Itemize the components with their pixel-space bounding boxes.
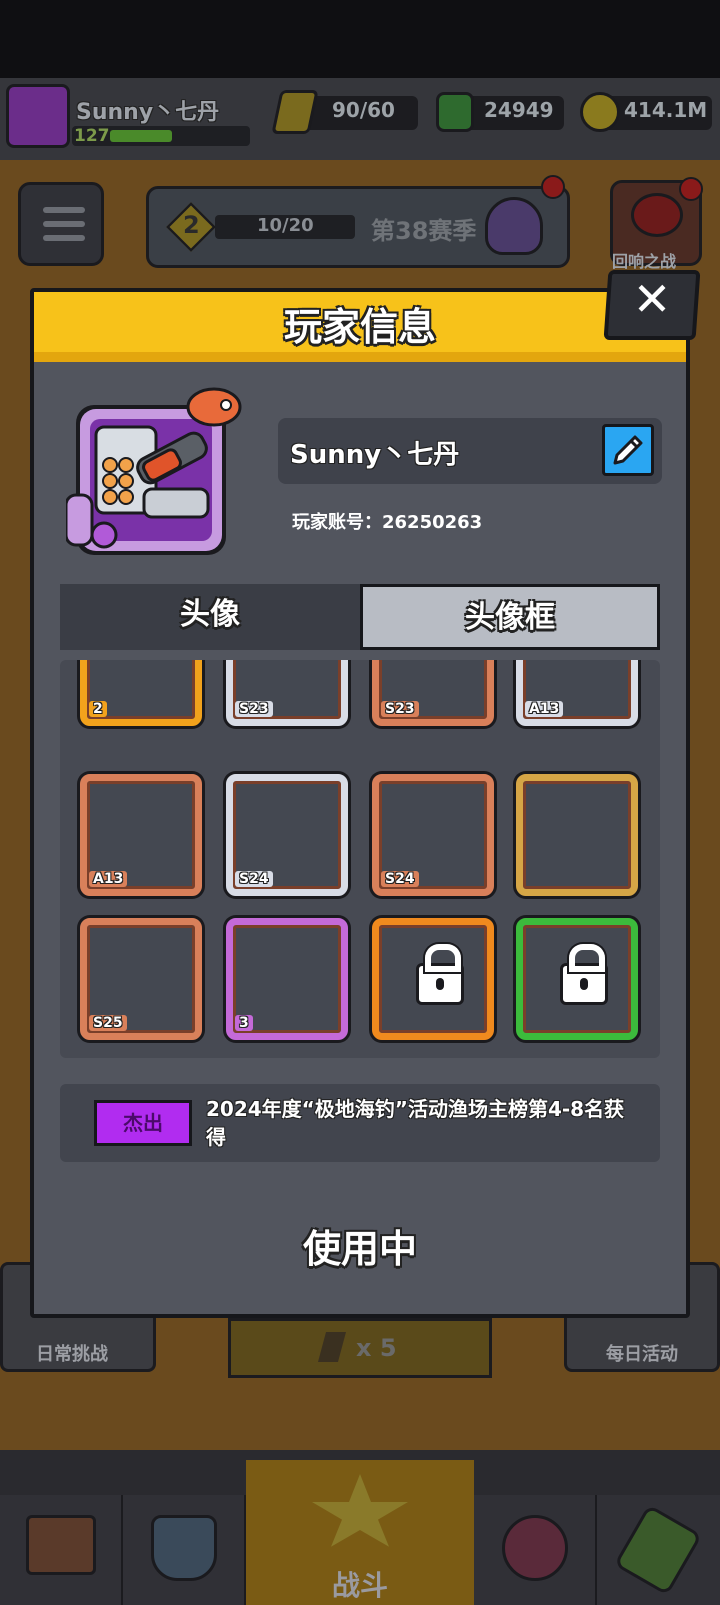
shield-icon — [151, 1515, 217, 1581]
lock-icon — [560, 944, 608, 1005]
daily-activity-label: 每日活动 — [606, 1344, 678, 1365]
nav-evolve[interactable] — [597, 1495, 720, 1605]
nav-battle[interactable]: 战斗 — [246, 1460, 474, 1605]
avatar-frame[interactable]: S24 — [226, 774, 348, 896]
status-bar — [0, 0, 720, 78]
avatar-frame[interactable]: S23 — [226, 660, 348, 726]
frame-tag: A13 — [525, 701, 564, 717]
frame-tag: S24 — [235, 871, 273, 887]
avatar-image — [64, 387, 242, 555]
avatar-frame[interactable]: 2 — [80, 660, 202, 726]
edit-name-button[interactable] — [602, 424, 654, 476]
notification-dot — [679, 177, 703, 201]
lock-icon — [416, 944, 464, 1005]
menu-button[interactable] — [18, 182, 104, 266]
dna-icon — [613, 1504, 703, 1596]
echo-battle-label: 回响之战 — [612, 252, 677, 271]
player-level: 127 — [74, 126, 110, 146]
energy-value: 90/60 — [332, 98, 395, 122]
frame-tag: S24 — [381, 871, 419, 887]
menu-icon — [43, 207, 85, 213]
top-header: Sunny丶七丹 127 90/60 24949 414.1M — [0, 78, 720, 160]
rarity-badge: 杰出 — [94, 1100, 192, 1146]
frame-tag: S23 — [381, 701, 419, 717]
nav-talent[interactable] — [474, 1495, 597, 1605]
energy-cost: x 5 — [356, 1334, 397, 1362]
avatar-frame[interactable]: 3 — [226, 918, 348, 1040]
avatar-frame[interactable] — [516, 774, 638, 896]
frame-tag: S23 — [235, 701, 273, 717]
talent-icon — [502, 1515, 568, 1581]
player-name: Sunny丶七丹 — [290, 440, 460, 470]
tab-avatar-label: 头像 — [180, 597, 240, 632]
season-name: 第38赛季 — [371, 217, 477, 245]
nav-shop[interactable] — [0, 1495, 123, 1605]
season-progress: 10/20 — [257, 215, 314, 236]
avatar-frame-locked[interactable] — [516, 918, 638, 1040]
player-avatar-small[interactable] — [6, 84, 70, 148]
gem-icon — [436, 92, 474, 132]
player-avatar[interactable] — [64, 385, 248, 567]
avatar-frame-grid[interactable]: 2 S23 S23 A13 A13 S24 S24 S25 3 — [60, 660, 660, 1058]
frame-tag: S25 — [89, 1015, 127, 1031]
season-pass-bar[interactable]: 2 10/20 第38赛季 — [146, 175, 570, 268]
notification-dot — [541, 175, 565, 199]
tab-avatar-frame[interactable]: 头像框 — [360, 584, 660, 650]
frame-description: 2024年度“极地海钓”活动渔场主榜第4-8名获得 — [206, 1097, 625, 1149]
battle-label: 战斗 — [331, 1569, 388, 1602]
avatar-frame-locked[interactable] — [372, 918, 494, 1040]
close-icon[interactable]: ✕ — [606, 272, 698, 326]
in-use-status: 使用中 — [302, 1227, 417, 1271]
avatar-frame[interactable]: A13 — [516, 660, 638, 726]
pencil-icon — [613, 435, 643, 465]
nav-armor[interactable] — [123, 1495, 246, 1605]
daily-challenge-label: 日常挑战 — [36, 1344, 108, 1365]
avatar-frame[interactable]: S25 — [80, 918, 202, 1040]
frame-tag: A13 — [89, 871, 128, 887]
frame-tag: 3 — [235, 1015, 253, 1031]
player-account: 玩家账号：26250263 — [292, 512, 483, 533]
tab-avatar[interactable]: 头像 — [60, 584, 360, 650]
season-rank-icon — [485, 197, 543, 255]
season-level: 2 — [183, 211, 200, 239]
gems-value: 24949 — [484, 98, 554, 122]
star-icon — [312, 1474, 408, 1547]
avatar-frame[interactable]: S24 — [372, 774, 494, 896]
tab-avatar-frame-label: 头像框 — [465, 600, 555, 635]
header-player-name: Sunny丶七丹 — [76, 100, 220, 125]
demon-icon — [631, 193, 683, 237]
avatar-frame[interactable]: A13 — [80, 774, 202, 896]
shop-icon — [26, 1515, 96, 1575]
coin-icon — [580, 92, 620, 132]
frame-tag: 2 — [89, 701, 107, 717]
avatar-frame[interactable]: S23 — [372, 660, 494, 726]
modal-title: 玩家信息 — [283, 305, 436, 349]
coins-value: 414.1M — [624, 98, 708, 122]
